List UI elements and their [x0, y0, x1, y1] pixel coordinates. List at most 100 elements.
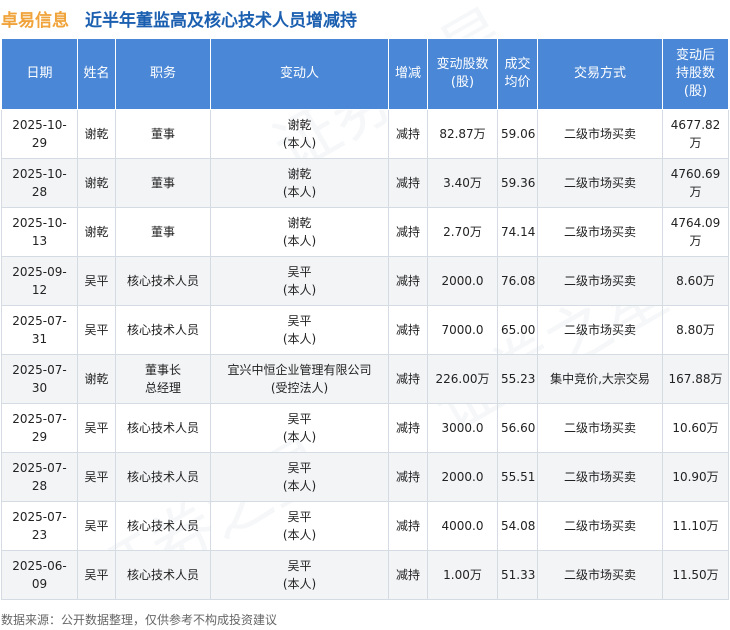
- cell-after: 11.10万: [662, 501, 729, 551]
- cell-method: 二级市场买卖: [537, 109, 663, 159]
- cell-changer: 吴平 (本人): [210, 305, 389, 355]
- cell-position: 董事: [115, 207, 211, 257]
- cell-changer: 谢乾 (本人): [210, 158, 389, 208]
- cell-changer-line: 吴平: [287, 461, 312, 475]
- cell-shares: 4000.0: [427, 501, 498, 551]
- cell-position-line: 核心技术人员: [126, 568, 199, 582]
- cell-price: 74.14: [497, 207, 538, 257]
- header-price: 成交 均价: [497, 38, 538, 110]
- header-after-line: 变动后: [675, 48, 715, 63]
- header-changer: 变动人: [210, 38, 389, 110]
- cell-date: 2025-06-09: [1, 550, 78, 600]
- cell-after: 11.50万: [662, 550, 729, 600]
- header-price-line: 均价: [504, 75, 531, 90]
- cell-name: 吴平: [77, 256, 116, 306]
- header-after-line: (股): [683, 84, 708, 99]
- cell-shares: 2000.0: [427, 452, 498, 502]
- cell-date: 2025-07-30: [1, 354, 78, 404]
- table-row: 2025-07-30 谢乾 董事长 总经理 宜兴中恒企业管理有限公司 (受控法人) 减持 22…: [1, 354, 729, 404]
- cell-direction: 减持: [388, 550, 428, 600]
- cell-position: 核心技术人员: [115, 550, 211, 600]
- cell-changer-line: (本人): [282, 185, 317, 199]
- cell-shares: 3000.0: [427, 403, 498, 453]
- cell-changer: 宜兴中恒企业管理有限公司 (受控法人): [210, 354, 389, 404]
- cell-position-line: 董事: [150, 176, 175, 190]
- header-after: 变动后 持股数 (股): [662, 38, 729, 110]
- cell-changer-line: (本人): [282, 136, 317, 150]
- cell-changer-line: 谢乾: [287, 118, 312, 132]
- cell-price: 65.00: [497, 305, 538, 355]
- header-shares: 变动股数 (股): [427, 38, 498, 110]
- cell-position-line: 董事长: [144, 363, 181, 377]
- header-position: 职务: [115, 38, 211, 110]
- cell-price: 55.51: [497, 452, 538, 502]
- cell-position-line: 董事: [150, 127, 175, 141]
- cell-shares: 7000.0: [427, 305, 498, 355]
- cell-price: 59.06: [497, 109, 538, 159]
- header-date: 日期: [1, 38, 78, 110]
- cell-changer-line: 谢乾: [287, 167, 312, 181]
- header-shares-line: 变动股数: [436, 57, 489, 72]
- header-name: 姓名: [77, 38, 116, 110]
- cell-method: 二级市场买卖: [537, 256, 663, 306]
- table-row: 2025-10-29 谢乾 董事 谢乾 (本人) 减持 82.87万 59.06 二级市场买卖 4…: [1, 109, 729, 159]
- cell-after: 10.90万: [662, 452, 729, 502]
- cell-date: 2025-07-28: [1, 452, 78, 502]
- cell-after: 8.60万: [662, 256, 729, 306]
- cell-changer-line: (本人): [282, 332, 317, 346]
- header-row: 日期 姓名 职务 变动人 增减 变动股数 (股) 成交 均价 交易方式 变动后 …: [1, 38, 729, 110]
- cell-price: 54.08: [497, 501, 538, 551]
- cell-direction: 减持: [388, 354, 428, 404]
- cell-name: 吴平: [77, 501, 116, 551]
- cell-after: 167.88万: [662, 354, 729, 404]
- cell-method: 二级市场买卖: [537, 550, 663, 600]
- cell-direction: 减持: [388, 501, 428, 551]
- cell-direction: 减持: [388, 207, 428, 257]
- cell-changer-line: (本人): [282, 577, 317, 591]
- header-price-line: 成交: [504, 57, 531, 72]
- cell-after: 4764.09万: [662, 207, 729, 257]
- cell-changer: 吴平 (本人): [210, 452, 389, 502]
- cell-position: 核心技术人员: [115, 452, 211, 502]
- cell-direction: 减持: [388, 452, 428, 502]
- cell-name: 吴平: [77, 452, 116, 502]
- cell-changer: 谢乾 (本人): [210, 207, 389, 257]
- cell-position-line: 总经理: [144, 381, 181, 395]
- cell-position-line: 核心技术人员: [126, 323, 199, 337]
- cell-shares: 2000.0: [427, 256, 498, 306]
- cell-position-line: 核心技术人员: [126, 519, 199, 533]
- cell-changer-line: (受控法人): [270, 381, 329, 395]
- cell-position-line: 董事: [150, 225, 175, 239]
- cell-changer-line: 吴平: [287, 559, 312, 573]
- cell-method: 二级市场买卖: [537, 501, 663, 551]
- header-method: 交易方式: [537, 38, 663, 110]
- table-row: 2025-09-12 吴平 核心技术人员 吴平 (本人) 减持 2000.0 76.08 二级市…: [1, 256, 729, 306]
- cell-direction: 减持: [388, 158, 428, 208]
- header-shares-line: (股): [450, 75, 475, 90]
- cell-position: 核心技术人员: [115, 256, 211, 306]
- cell-position: 核心技术人员: [115, 305, 211, 355]
- cell-changer-line: (本人): [282, 479, 317, 493]
- cell-name: 谢乾: [77, 158, 116, 208]
- cell-changer: 吴平 (本人): [210, 550, 389, 600]
- table-row: 2025-10-13 谢乾 董事 谢乾 (本人) 减持 2.70万 74.14 二级市场买卖 47…: [1, 207, 729, 257]
- table-row: 2025-06-09 吴平核心技术人员 吴平 (本人) 减持 1.00万 51.33 二级市场…: [1, 550, 729, 600]
- table-row: 2025-07-29 吴平 核心技术人员 吴平 (本人) 减持 3000.0 56.60 二级市…: [1, 403, 729, 453]
- cell-price: 51.33: [497, 550, 538, 600]
- cell-changer-line: 吴平: [287, 510, 312, 524]
- cell-after: 8.80万: [662, 305, 729, 355]
- cell-after: 4677.82万: [662, 109, 729, 159]
- cell-position-line: 核心技术人员: [126, 421, 199, 435]
- data-source-note: 数据来源：公开数据整理，仅供参考不构成投资建议: [1, 613, 278, 627]
- cell-shares: 1.00万: [427, 550, 498, 600]
- cell-changer: 吴平 (本人): [210, 256, 389, 306]
- table-body: 2025-10-29 谢乾 董事 谢乾 (本人) 减持 82.87万 59.06 二级市场买卖 4…: [1, 109, 729, 600]
- cell-name: 谢乾: [77, 354, 116, 404]
- cell-name: 吴平: [77, 403, 116, 453]
- cell-date: 2025-09-12: [1, 256, 78, 306]
- cell-position-line: 核心技术人员: [126, 274, 199, 288]
- holdings-change-table: 日期 姓名 职务 变动人 增减 变动股数 (股) 成交 均价 交易方式 变动后 …: [1, 38, 729, 600]
- cell-changer-line: (本人): [282, 283, 317, 297]
- cell-date: 2025-07-31: [1, 305, 78, 355]
- cell-position: 董事长 总经理: [115, 354, 211, 404]
